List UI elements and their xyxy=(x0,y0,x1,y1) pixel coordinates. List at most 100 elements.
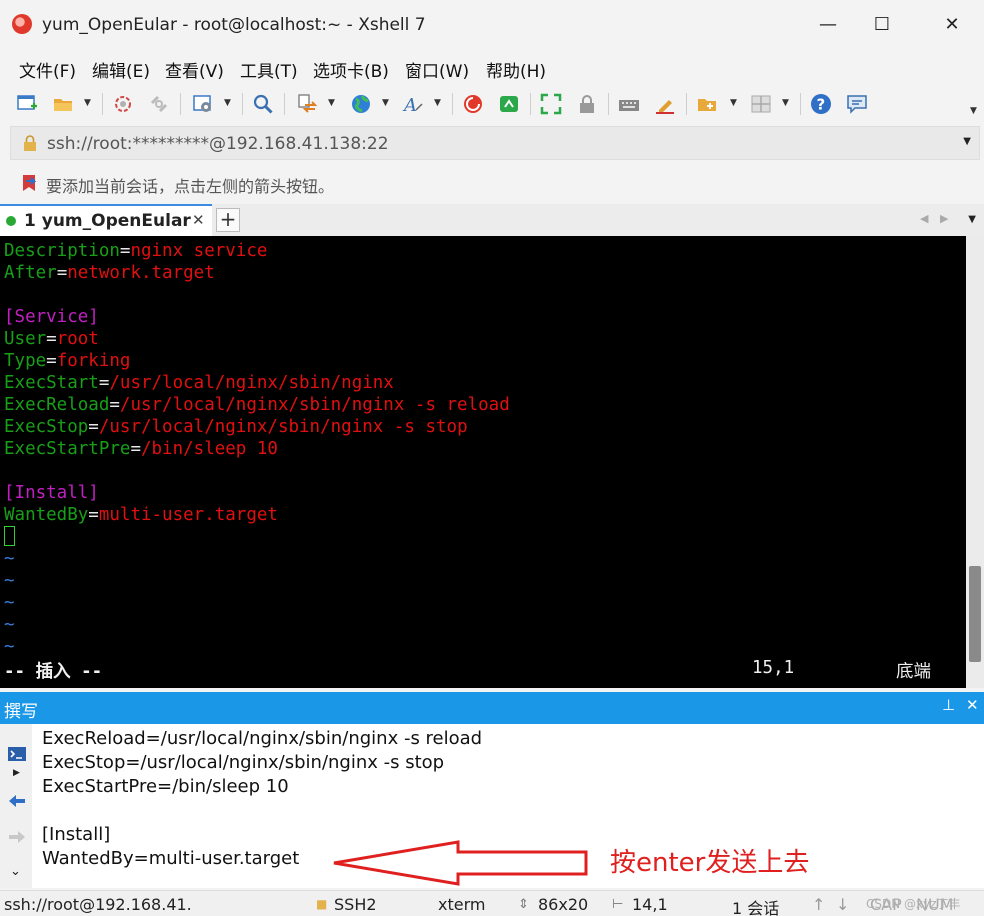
open-folder-icon[interactable] xyxy=(52,93,74,115)
new-tab-group-icon[interactable] xyxy=(696,93,718,115)
address-input[interactable]: ssh://root:*********@192.168.41.138:22 xyxy=(47,134,389,154)
terminal-line: [Service] xyxy=(4,306,99,328)
menu-help[interactable]: 帮助(H) xyxy=(486,57,546,82)
disconnect-icon[interactable] xyxy=(148,93,170,115)
menu-file[interactable]: 文件(F) xyxy=(19,57,76,82)
fullscreen-icon[interactable] xyxy=(540,93,562,115)
properties-dropdown-icon[interactable]: ▼ xyxy=(224,98,231,108)
tab-group-dropdown-icon[interactable]: ▼ xyxy=(730,98,737,108)
menu-view[interactable]: 查看(V) xyxy=(165,57,224,82)
compose-close-icon[interactable]: ✕ xyxy=(966,696,979,714)
layout-icon[interactable] xyxy=(750,93,772,115)
undo-icon[interactable] xyxy=(7,792,27,812)
address-dropdown-icon[interactable]: ▼ xyxy=(963,136,971,147)
toolbar-separator xyxy=(284,93,285,115)
compose-line: ExecStop=/usr/local/nginx/sbin/nginx -s … xyxy=(42,752,445,773)
tab-list-dropdown-icon[interactable]: ▼ xyxy=(968,214,976,225)
terminal-scrollbar[interactable] xyxy=(966,236,984,688)
status-lock-icon: ■ xyxy=(316,897,328,911)
keyboard-icon[interactable] xyxy=(618,93,640,115)
status-up-icon[interactable]: ↑ xyxy=(812,895,825,914)
config-key: Type xyxy=(4,351,47,371)
vim-cursor-position: 15,1 xyxy=(752,658,795,678)
config-separator: = xyxy=(130,439,141,459)
scrollbar-thumb[interactable] xyxy=(969,566,981,662)
tab-close-icon[interactable]: ✕ xyxy=(192,211,205,229)
config-separator: = xyxy=(56,263,68,283)
empty-line-tilde: ~ xyxy=(4,593,15,613)
properties-icon[interactable] xyxy=(192,93,214,115)
terminal-line: [Install] xyxy=(4,482,99,504)
minimize-button[interactable]: — xyxy=(808,8,848,42)
help-icon[interactable]: ? xyxy=(810,93,832,115)
expand-icon[interactable]: ▶ xyxy=(13,768,20,778)
redo-icon[interactable] xyxy=(7,828,27,848)
menu-window[interactable]: 窗口(W) xyxy=(405,57,469,82)
collapse-down-icon[interactable]: ⌄ xyxy=(10,864,21,879)
globe-icon[interactable] xyxy=(350,93,372,115)
layout-dropdown-icon[interactable]: ▼ xyxy=(782,98,789,108)
terminal-cursor xyxy=(4,526,15,546)
menu-tabs[interactable]: 选项卡(B) xyxy=(313,57,389,82)
watermark: CSDN @xyz丁丰 xyxy=(866,897,961,911)
config-separator: = xyxy=(88,505,99,525)
tab-label: 1 yum_OpenEular xyxy=(24,211,191,231)
menu-edit[interactable]: 编辑(E) xyxy=(92,57,150,82)
highlight-icon[interactable] xyxy=(654,93,676,115)
toolbar: ▼ ▼ ▼ ▼ A ▼ ▼ ▼ ? ▼ xyxy=(0,84,984,124)
config-key: User xyxy=(4,329,47,349)
compose-line: ExecStartPre=/bin/sleep 10 xyxy=(42,776,289,797)
bookmark-arrow-icon[interactable] xyxy=(22,174,38,192)
terminal-line: ExecStop=/usr/local/nginx/sbin/nginx -s … xyxy=(4,416,468,438)
empty-line-tilde: ~ xyxy=(4,637,15,657)
reconnect-icon[interactable] xyxy=(112,93,134,115)
status-size-icon: ⇕ xyxy=(518,897,529,912)
terminal-line: ExecStartPre=/bin/sleep 10 xyxy=(4,438,278,460)
maximize-button[interactable]: ☐ xyxy=(862,8,902,42)
tab-session[interactable]: 1 yum_OpenEular ✕ xyxy=(0,204,212,236)
chat-icon[interactable] xyxy=(846,93,868,115)
terminal-line: Description=nginx service xyxy=(4,240,267,262)
lock-icon xyxy=(24,135,36,151)
terminal-line: User=root xyxy=(4,328,99,350)
lock-screen-icon[interactable] xyxy=(576,93,598,115)
new-session-icon[interactable] xyxy=(16,93,38,115)
status-size: 86x20 xyxy=(538,895,589,914)
terminal-prompt-icon[interactable] xyxy=(7,744,27,764)
globe-dropdown-icon[interactable]: ▼ xyxy=(382,98,389,108)
config-section: [Install] xyxy=(4,483,99,503)
xftp-icon[interactable] xyxy=(498,93,520,115)
font-dropdown-icon[interactable]: ▼ xyxy=(434,98,441,108)
config-key: ExecReload xyxy=(4,395,110,415)
toolbar-overflow-icon[interactable]: ▼ xyxy=(970,106,977,116)
toolbar-separator xyxy=(608,93,609,115)
open-dropdown-icon[interactable]: ▼ xyxy=(84,98,91,108)
transfer-icon[interactable] xyxy=(296,93,318,115)
address-bar[interactable]: ssh://root:*********@192.168.41.138:22 ▼ xyxy=(10,126,980,160)
status-protocol: SSH2 xyxy=(334,895,377,914)
annotation-arrow-icon xyxy=(333,840,588,886)
annotation-text: 按enter发送上去 xyxy=(610,848,810,878)
font-icon[interactable]: A xyxy=(402,93,424,115)
tab-bar: 1 yum_OpenEular ✕ + ◀ ▶ ▼ xyxy=(0,204,984,236)
config-separator: = xyxy=(109,395,120,415)
terminal-line: Type=forking xyxy=(4,350,130,372)
config-separator: = xyxy=(46,329,57,349)
transfer-dropdown-icon[interactable]: ▼ xyxy=(328,98,335,108)
toolbar-separator xyxy=(800,93,801,115)
add-tab-button[interactable]: + xyxy=(216,208,240,232)
compose-header: 撰写 ⊥ ✕ xyxy=(0,692,984,724)
status-cursor: 14,1 xyxy=(632,895,668,914)
menu-tools[interactable]: 工具(T) xyxy=(240,57,298,82)
status-down-icon[interactable]: ↓ xyxy=(836,895,849,914)
pin-icon[interactable]: ⊥ xyxy=(942,696,955,714)
tab-prev-icon[interactable]: ◀ xyxy=(920,212,928,225)
xshell-icon[interactable] xyxy=(462,93,484,115)
terminal[interactable]: Description=nginx service After=network.… xyxy=(0,236,966,688)
status-terminal-type: xterm xyxy=(438,895,486,914)
status-sessions: 1 会话 xyxy=(732,899,780,916)
close-button[interactable]: ✕ xyxy=(932,8,972,42)
search-icon[interactable] xyxy=(252,93,274,115)
config-separator: = xyxy=(88,417,99,437)
tab-next-icon[interactable]: ▶ xyxy=(940,212,948,225)
